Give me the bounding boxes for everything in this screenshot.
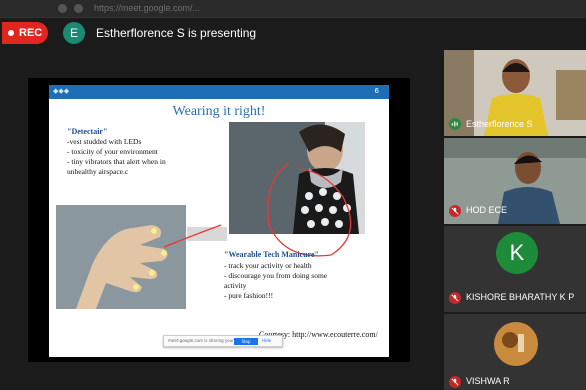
participant-tile[interactable]: K KISHORE BHARATHY K P (444, 226, 586, 312)
participant-name: Estherflorence S (466, 119, 533, 129)
wearable-tech-heading: "Wearable Tech Manicure" (224, 250, 319, 259)
wearable-tech-list: - track your activity or health - discou… (224, 261, 354, 301)
recording-label: REC (19, 27, 43, 39)
presenter-avatar: E (63, 22, 85, 44)
participant-name: KISHORE BHARATHY K P (466, 292, 575, 302)
wearable-line: - discourage you from doing some (224, 271, 328, 280)
mic-on-icon[interactable] (449, 118, 461, 130)
address-bar[interactable]: https://meet.google.com/... (94, 3, 200, 13)
presenter-status: Estherflorence S is presenting (96, 26, 257, 40)
participant-tile[interactable]: VISHWA R (444, 314, 586, 390)
stop-sharing-button[interactable]: Stop sharing (234, 338, 258, 351)
mic-muted-icon[interactable] (449, 205, 461, 217)
lock-icon (74, 4, 83, 13)
participant-name: VISHWA R (466, 376, 510, 386)
wearable-line: - pure fashion!!! (224, 291, 274, 300)
hide-button[interactable]: Hide (262, 338, 271, 343)
record-dot-icon (8, 30, 14, 36)
reload-icon[interactable] (58, 4, 67, 13)
annotation-drawing (163, 162, 352, 257)
presentation-slide: ◆◆◆ 6 Wearing it right! "Detectair" -ves… (49, 85, 389, 357)
wearable-line: activity (224, 281, 247, 290)
screen-share-toast: meet.google.com is sharing your screen. … (163, 335, 283, 351)
recording-badge: REC (2, 22, 48, 44)
wearable-line: - track your activity or health (224, 261, 312, 270)
participant-name: HOD ECE (466, 205, 508, 215)
browser-bar: https://meet.google.com/... (0, 0, 586, 18)
mic-muted-icon[interactable] (449, 292, 461, 304)
mic-muted-icon[interactable] (449, 376, 461, 388)
participant-tile[interactable]: HOD ECE (444, 138, 586, 224)
participant-tile[interactable]: Estherflorence S (444, 50, 586, 136)
participant-avatar: K (496, 232, 538, 274)
